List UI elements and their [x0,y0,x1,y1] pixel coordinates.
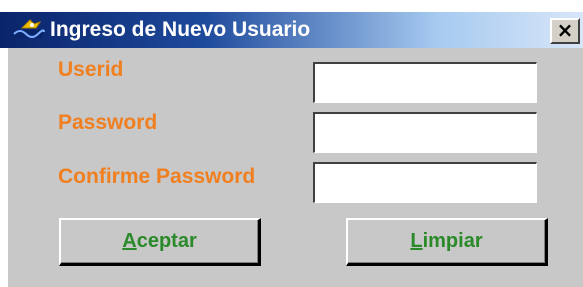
close-icon[interactable]: × [550,18,580,44]
accept-button[interactable]: Aceptar [59,218,261,266]
accept-label: ceptar [136,230,197,252]
password-label: Password [58,111,158,134]
userid-field[interactable] [313,62,537,103]
window-title: Ingreso de Nuevo Usuario [50,18,311,41]
dialog-body: Userid Password Confirme Password Acepta… [8,48,583,287]
confirm-password-label: Confirme Password [58,165,256,188]
confirm-password-field[interactable] [313,162,537,203]
clear-label: impiar [422,230,483,252]
clear-button[interactable]: Limpiar [346,218,548,266]
clear-mnemonic: L [410,230,423,252]
app-icon [13,19,45,38]
title-bar[interactable]: Ingreso de Nuevo Usuario × [0,12,583,48]
userid-label: Userid [58,58,124,81]
new-user-dialog: Ingreso de Nuevo Usuario × Userid Passwo… [0,0,583,287]
accept-mnemonic: A [122,230,137,252]
password-field[interactable] [313,112,537,153]
